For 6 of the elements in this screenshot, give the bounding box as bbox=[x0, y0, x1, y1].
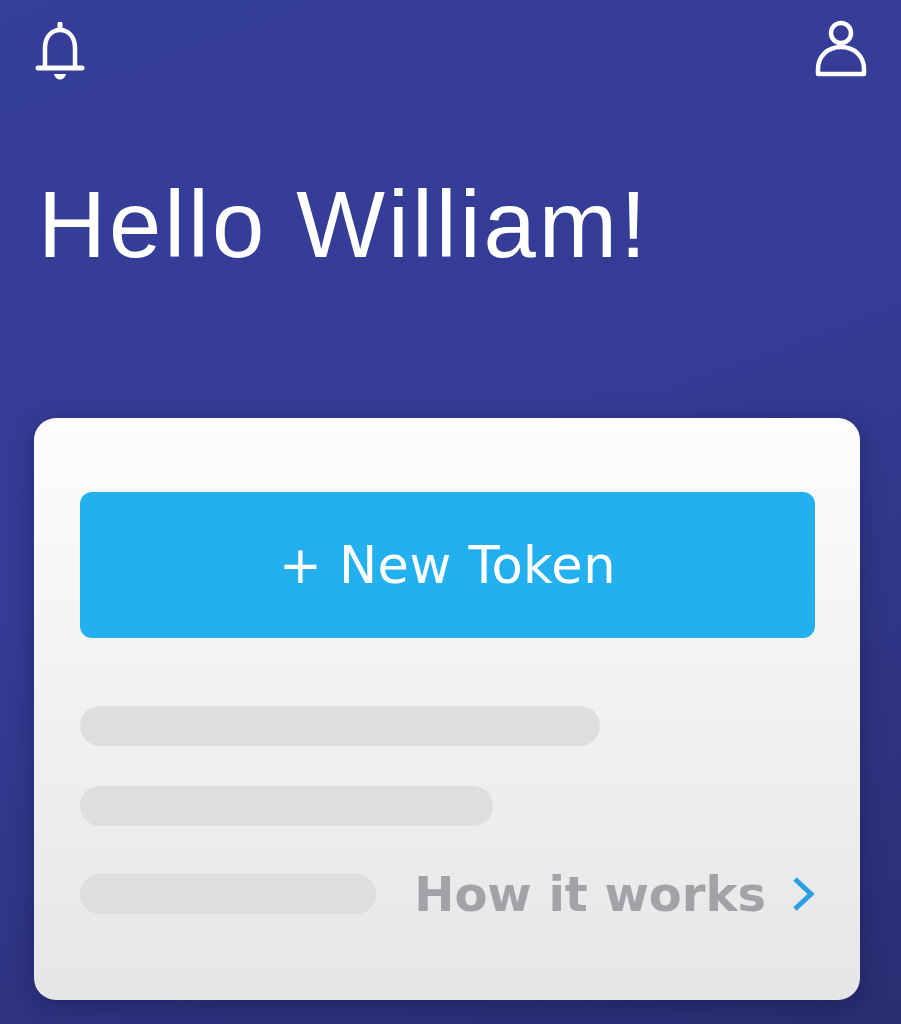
new-token-button[interactable]: + New Token bbox=[80, 492, 815, 638]
how-it-works-link[interactable]: How it works bbox=[414, 866, 815, 922]
greeting-heading: Hello William! bbox=[38, 171, 650, 279]
notification-bell-icon[interactable] bbox=[35, 22, 85, 80]
user-profile-icon[interactable] bbox=[814, 20, 868, 78]
chevron-right-icon bbox=[792, 876, 815, 912]
